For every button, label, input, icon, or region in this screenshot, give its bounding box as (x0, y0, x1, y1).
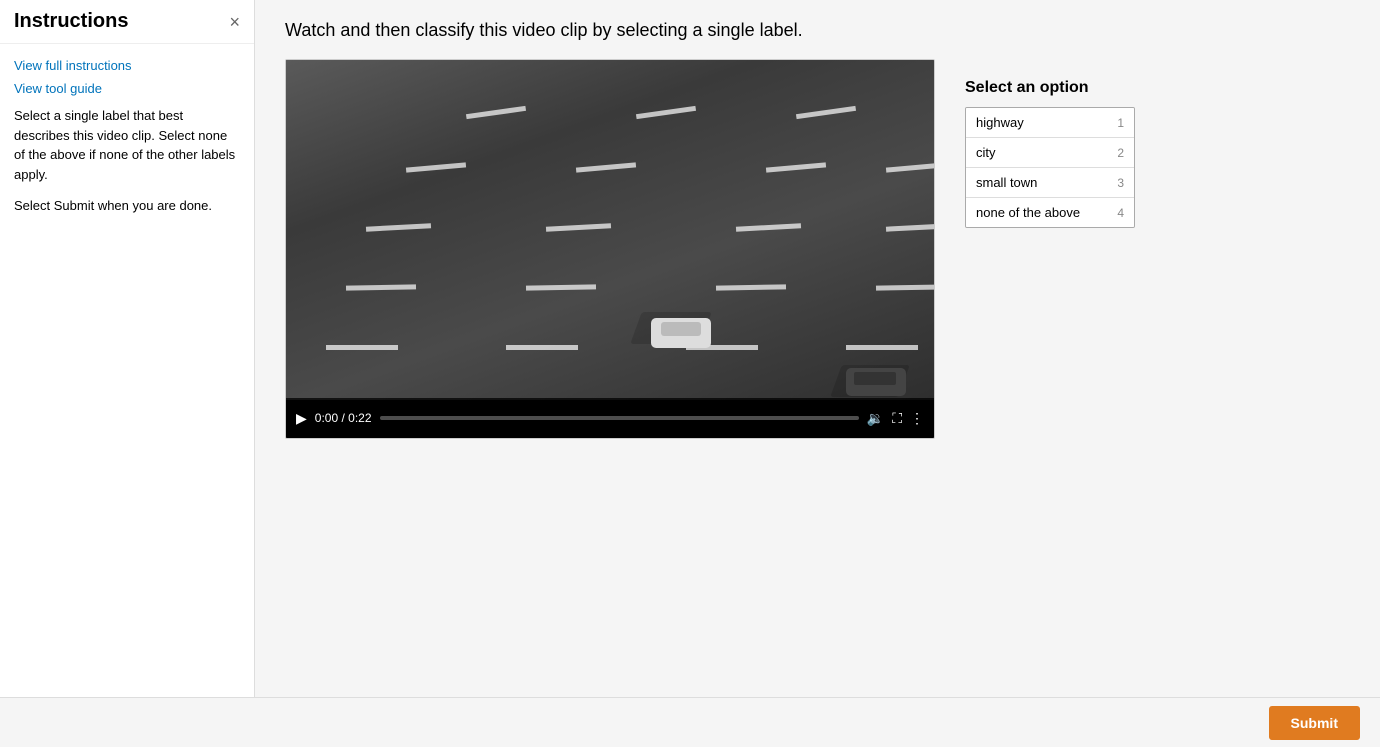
sidebar-header: Instructions × (0, 0, 254, 44)
progress-bar[interactable] (380, 416, 859, 420)
view-full-instructions-link[interactable]: View full instructions (14, 58, 240, 73)
option-label: highway (976, 115, 1024, 130)
bottom-bar: Submit (0, 697, 1380, 747)
sidebar-title: Instructions (14, 10, 128, 33)
fullscreen-button[interactable]: ⛶ (892, 410, 902, 427)
video-controls[interactable]: ▶ 0:00 / 0:22 🔉 ⛶ ⋮ (286, 398, 934, 438)
play-button[interactable]: ▶ (296, 410, 307, 427)
right-panel: Select an option highway 1 city 2 small town… (955, 59, 1155, 439)
option-number: 1 (1117, 116, 1124, 130)
option-item-small-town[interactable]: small town 3 (966, 168, 1134, 198)
option-label: small town (976, 175, 1037, 190)
main-layout: Instructions × View full instructions Vi… (0, 0, 1380, 697)
select-an-option-label: Select an option (965, 79, 1135, 97)
video-time: 0:00 / 0:22 (315, 411, 372, 425)
option-label: none of the above (976, 205, 1080, 220)
option-item-none-of-the-above[interactable]: none of the above 4 (966, 198, 1134, 227)
instruction-text: Watch and then classify this video clip … (285, 20, 1350, 41)
option-list: highway 1 city 2 small town 3 none of the abov… (965, 107, 1135, 228)
option-number: 4 (1117, 206, 1124, 220)
more-options-button[interactable]: ⋮ (910, 410, 924, 427)
sidebar-instructions-text: Select a single label that best describe… (14, 106, 240, 216)
option-item-city[interactable]: city 2 (966, 138, 1134, 168)
sidebar-body: View full instructions View tool guide S… (0, 44, 254, 242)
video-container[interactable]: ▶ 0:00 / 0:22 🔉 ⛶ ⋮ (285, 59, 935, 439)
volume-button[interactable]: 🔉 (867, 410, 884, 427)
close-button[interactable]: × (229, 13, 240, 31)
view-tool-guide-link[interactable]: View tool guide (14, 81, 240, 96)
sidebar: Instructions × View full instructions Vi… (0, 0, 255, 697)
option-item-highway[interactable]: highway 1 (966, 108, 1134, 138)
option-number: 2 (1117, 146, 1124, 160)
content-area: Watch and then classify this video clip … (255, 0, 1380, 697)
submit-button[interactable]: Submit (1269, 706, 1360, 740)
option-label: city (976, 145, 996, 160)
option-number: 3 (1117, 176, 1124, 190)
video-screen (286, 60, 934, 400)
